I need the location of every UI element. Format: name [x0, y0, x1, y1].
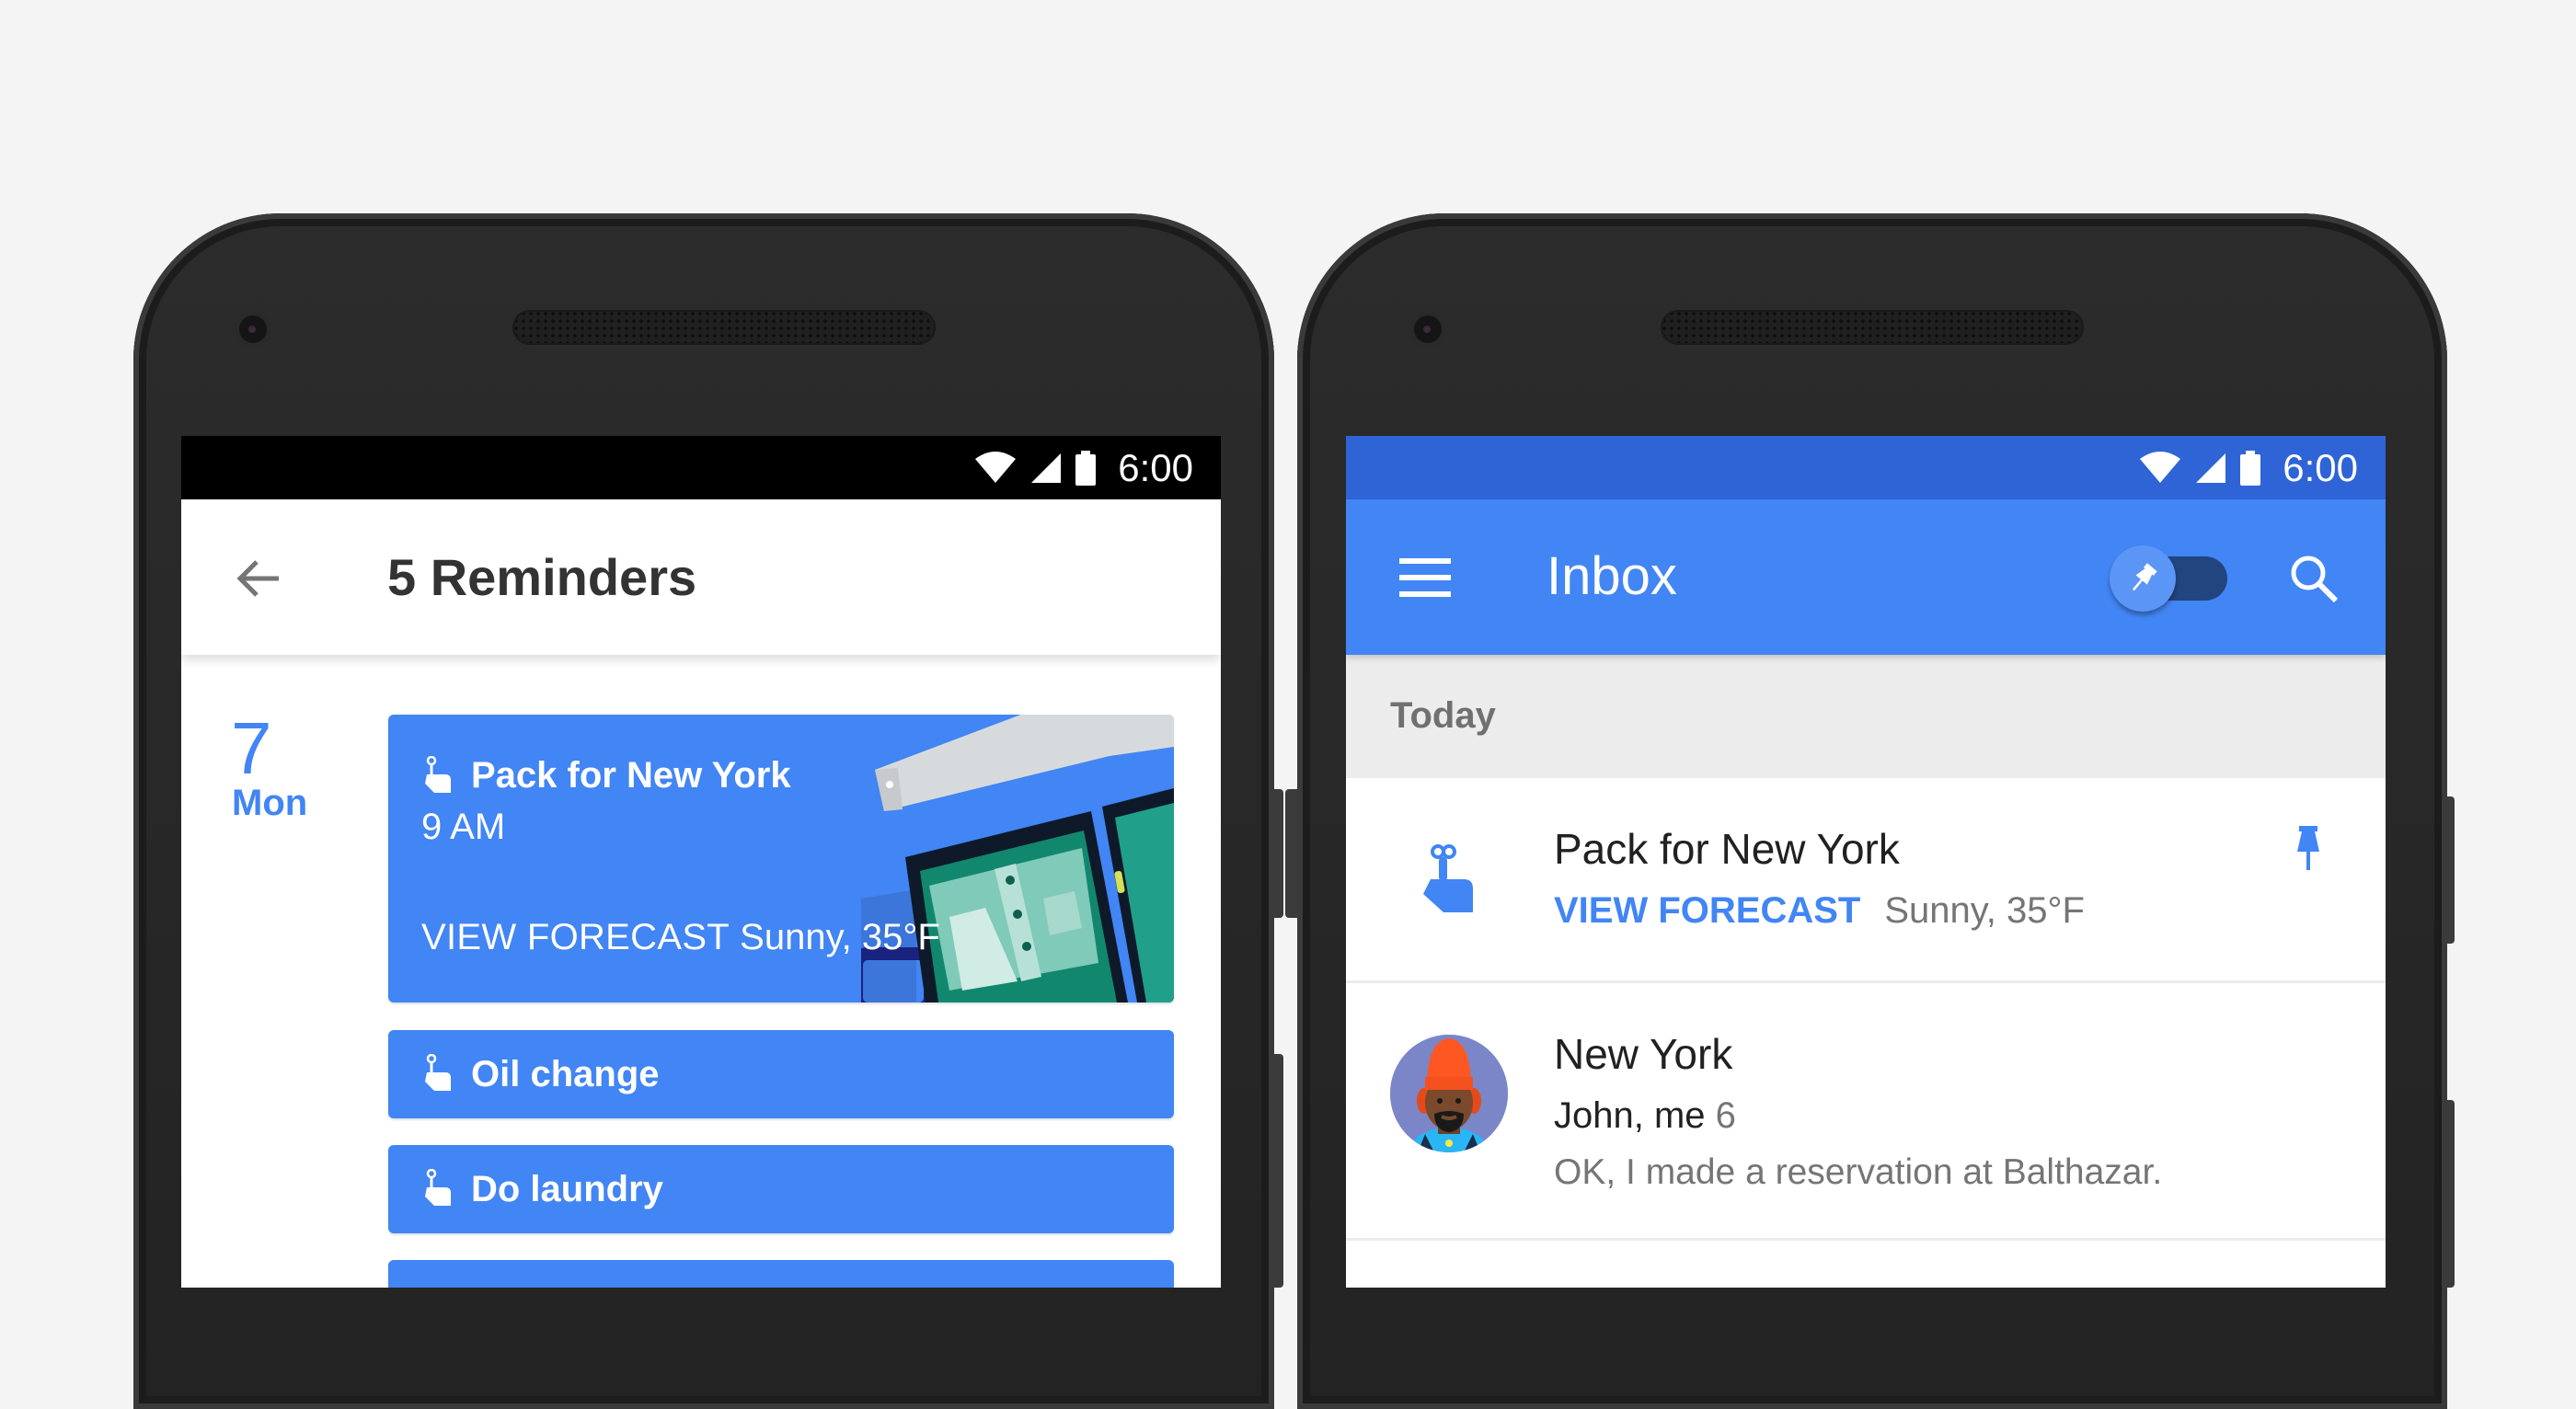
item-title: Pack for New York: [1554, 825, 1900, 873]
avatar: [1390, 1035, 1508, 1152]
forecast-detail: Sunny, 35°F: [740, 917, 940, 957]
volume-button: [1271, 789, 1283, 918]
view-forecast-link[interactable]: VIEW FORECAST: [1554, 890, 1860, 931]
suitcase-illustration: [861, 715, 1174, 1002]
status-time: 6:00: [2283, 445, 2358, 489]
reminder-card[interactable]: Oil change: [388, 1030, 1174, 1118]
reminder-finger-icon: [425, 1054, 451, 1091]
front-camera: [239, 315, 267, 343]
list-item[interactable]: New York John, me 6 OK, I made a reserva…: [1346, 983, 2386, 1241]
page-title: 5 Reminders: [387, 548, 697, 606]
pinned-toggle[interactable]: [2110, 545, 2229, 612]
battery-icon: [1075, 450, 1097, 486]
message-count: 6: [1715, 1095, 1736, 1136]
reminder-card[interactable]: [388, 1260, 1174, 1288]
participants-names: John, me: [1554, 1095, 1706, 1136]
earpiece-speaker: [1661, 310, 2084, 345]
reminder-finger-icon: [425, 1169, 451, 1206]
wifi-icon: [975, 451, 1017, 483]
hamburger-menu-icon[interactable]: [1396, 553, 1455, 602]
item-secondary: VIEW FORECAST Sunny, 35°F: [1554, 890, 2085, 932]
reminders-screen: 6:00 5 Reminders 7 Mon Pack for New York…: [181, 436, 1221, 1288]
front-camera: [1414, 315, 1442, 343]
search-icon[interactable]: [2284, 549, 2343, 608]
reminder-title: Oil change: [471, 1054, 660, 1094]
date-day-number: 7: [231, 707, 272, 789]
volume-button: [2442, 796, 2455, 944]
reminder-title: Do laundry: [471, 1169, 663, 1209]
app-bar: Inbox: [1346, 499, 2386, 655]
avatar-illustration: [1390, 1035, 1508, 1152]
arrow-back-icon[interactable]: [229, 549, 288, 608]
list-item[interactable]: Pack for New York VIEW FORECAST Sunny, 35…: [1346, 778, 2386, 983]
app-bar: 5 Reminders: [181, 499, 1221, 655]
thread-snippet: OK, I made a reservation at Balthazar.: [1554, 1152, 2163, 1192]
toggle-thumb[interactable]: [2110, 545, 2176, 612]
reminder-finger-icon: [425, 756, 451, 793]
status-time: 6:00: [1118, 445, 1193, 489]
battery-icon: [2240, 450, 2261, 486]
earpiece-speaker: [512, 310, 936, 345]
pinned-icon[interactable]: [2292, 826, 2325, 872]
date-weekday: Mon: [232, 783, 308, 823]
thread-subject: New York: [1554, 1030, 1733, 1078]
view-forecast-link[interactable]: VIEW FORECAST: [421, 917, 730, 957]
status-bar: 6:00: [1346, 436, 2386, 499]
wifi-icon: [2140, 451, 2181, 483]
section-header-label: Today: [1390, 695, 1496, 736]
pin-icon: [2132, 563, 2157, 591]
inbox-screen: 6:00 Inbox Today Pack for New York VIEW …: [1346, 436, 2386, 1288]
reminder-time: 9 AM: [421, 807, 506, 847]
page-title: Inbox: [1547, 546, 1677, 606]
reminder-finger-icon: [1423, 844, 1473, 912]
signal-icon: [2196, 452, 2226, 483]
reminder-title: Pack for New York: [471, 755, 791, 796]
section-header: Today: [1346, 655, 2386, 778]
thread-participants: John, me 6: [1554, 1095, 1736, 1137]
power-button: [1271, 1054, 1283, 1288]
signal-icon: [1031, 452, 1062, 483]
reminder-forecast: VIEW FORECAST Sunny, 35°F: [421, 917, 940, 958]
status-bar: 6:00: [181, 436, 1221, 499]
volume-button: [1285, 789, 1298, 918]
reminder-card[interactable]: Pack for New York 9 AM VIEW FORECAST Sun…: [388, 715, 1174, 1002]
reminder-card[interactable]: Do laundry: [388, 1145, 1174, 1233]
power-button: [2442, 1100, 2455, 1288]
forecast-detail: Sunny, 35°F: [1884, 890, 2085, 931]
